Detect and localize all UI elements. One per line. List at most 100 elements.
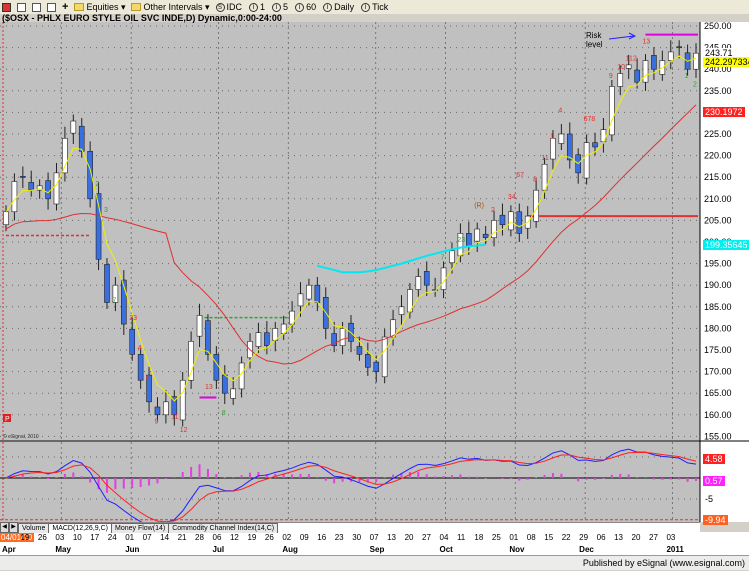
properties-icon[interactable] [47, 2, 56, 12]
layout-icon[interactable] [17, 2, 26, 12]
tab-macd[interactable]: MACD(12,26,9,C) [48, 523, 112, 533]
footer: Published by eSignal (www.esignal.com) [0, 555, 749, 570]
risk-level-annotation: Risk [586, 31, 603, 40]
y-tick-label: 185.00 [704, 302, 732, 312]
date-tick-label: 19 [247, 533, 256, 542]
month-label: Oct [440, 545, 454, 554]
interval-label: 5 [283, 2, 289, 12]
date-tick-label: 16 [317, 533, 326, 542]
chart-title: ($OSX - PHLX EURO STYLE OIL SVC INDE,D) … [2, 13, 282, 23]
date-tick-label: 13 [387, 533, 396, 542]
td-count-label: 4 [138, 345, 142, 352]
interval-60[interactable]: I 60 [295, 2, 316, 12]
candle-body [381, 336, 388, 378]
candle-body [499, 214, 506, 226]
tab-scroll-left[interactable]: ◀ [0, 522, 9, 533]
date-tick-label: 06 [597, 533, 606, 542]
candle-body [365, 354, 371, 368]
layout2-icon[interactable] [32, 2, 41, 12]
candle-body [474, 228, 481, 242]
interval-tick[interactable]: I Tick [361, 2, 388, 12]
date-tick-label: 17 [90, 533, 99, 542]
other-intervals-dropdown[interactable]: Other Intervals ▾ [131, 1, 210, 13]
date-tick-label: 18 [474, 533, 483, 542]
interval-idc[interactable]: S IDC [215, 2, 242, 12]
y-tick-label: 220.00 [704, 151, 732, 161]
other-intervals-label: Other Intervals ▾ [143, 1, 210, 12]
candle-body [53, 172, 60, 205]
date-tick-label: 12 [230, 533, 239, 542]
td-count-label: 1 [550, 133, 554, 140]
candle-body [466, 233, 472, 247]
candle-body [482, 233, 489, 238]
candle-body [221, 374, 228, 394]
interval-1[interactable]: I1 [249, 2, 265, 12]
month-label: Jul [213, 545, 225, 554]
tab-money-flow[interactable]: Money Flow(14) [111, 523, 170, 533]
y-tick-label: 175.00 [704, 345, 732, 355]
candle-body [516, 211, 523, 234]
candle-body [609, 86, 615, 136]
date-tick-label: 01 [125, 533, 134, 542]
date-tick-label: 07 [370, 533, 379, 542]
tab-cci[interactable]: Commodity Channel Index(14,C) [168, 523, 279, 533]
candle-body [634, 69, 640, 83]
interval-label: Daily [334, 2, 355, 12]
date-tick-label: 04 [440, 533, 449, 542]
date-tick-label: 10 [73, 533, 82, 542]
td-count-label: 23 [457, 237, 465, 244]
y-tick-label: 225.00 [704, 129, 732, 139]
candle-body [583, 142, 590, 179]
y-tick-label: 215.00 [704, 172, 732, 182]
y-tick-label: 160.00 [704, 410, 732, 420]
tab-volume[interactable]: Volume [18, 523, 50, 533]
y-tick-label: 235.00 [704, 86, 732, 96]
date-tick-label: 02 [282, 533, 291, 542]
date-tick-label: 11 [457, 533, 466, 542]
date-tick-label: 01 [509, 533, 518, 542]
candle-body [398, 306, 405, 315]
candle-body [137, 354, 144, 381]
candle-body [642, 60, 649, 83]
td-count-label: 10 [617, 64, 625, 71]
date-tick-label: 26 [265, 533, 274, 542]
candle-body [163, 401, 169, 416]
td-count-label: 11 [171, 414, 178, 421]
td-count-label: 8 [533, 177, 537, 184]
date-tick-label: 07 [143, 533, 152, 542]
macd-value-label: 0.57 [703, 475, 725, 486]
candle-body [70, 120, 77, 134]
date-tick-label: 13 [614, 533, 623, 542]
date-tick-label: 20 [405, 533, 414, 542]
plus-icon[interactable]: + [62, 1, 68, 13]
candle-body [508, 211, 514, 231]
interval-badge-icon: S [215, 2, 225, 12]
y-tick-label: 210.00 [704, 194, 732, 204]
td-count-label: 6 [146, 375, 150, 382]
date-tick-label: 27 [422, 533, 431, 542]
candle-body [205, 320, 211, 355]
tab-scroll-right[interactable]: ▶ [9, 522, 18, 533]
td-count-label: 3 [104, 207, 108, 214]
interval-5[interactable]: I5 [272, 2, 288, 12]
y-tick-label: 205.00 [704, 215, 732, 225]
y-tick-label: 250.00 [704, 21, 732, 31]
candle-body [592, 142, 598, 148]
td-count-label: 7 [112, 297, 116, 304]
interval-daily[interactable]: I Daily [323, 2, 354, 12]
date-tick-label: 30 [352, 533, 361, 542]
month-label: Apr [2, 545, 16, 554]
candle-body [188, 341, 194, 381]
date-tick-label: 21 [178, 533, 187, 542]
equities-dropdown[interactable]: Equities ▾ [74, 2, 125, 13]
equities-label: Equities ▾ [86, 1, 126, 12]
candle-body [297, 293, 304, 307]
candle-body [78, 125, 85, 152]
chart-style-icon[interactable] [2, 2, 11, 12]
date-tick-label: 29 [579, 533, 588, 542]
td-count-label: 2 [693, 81, 697, 88]
td-count-label: 112 [626, 56, 637, 63]
candle-body [600, 129, 607, 143]
price-chart[interactable]: 250.00245.00240.00235.00230.00225.00220.… [0, 0, 749, 570]
interval-buttons: S IDC I 1 I 5 I 60 I Daily I Tick [215, 2, 388, 12]
